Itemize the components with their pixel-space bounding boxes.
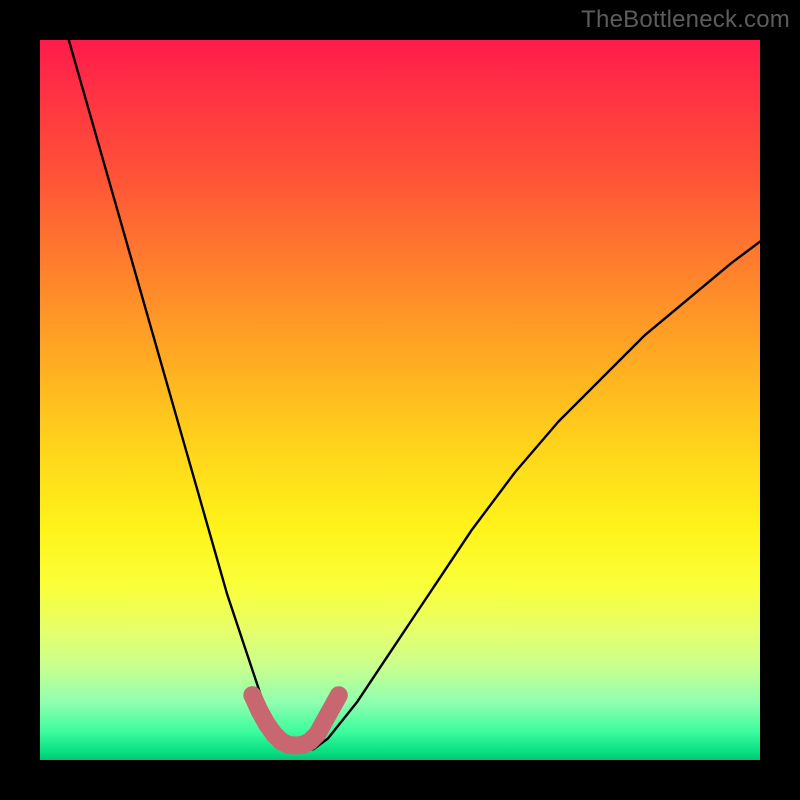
curve-layer bbox=[40, 40, 760, 760]
optimal-band-markers-group bbox=[243, 686, 345, 754]
watermark-text: TheBottleneck.com bbox=[581, 6, 790, 34]
optimal-band-marker bbox=[243, 686, 261, 704]
optimal-band-marker bbox=[308, 725, 326, 743]
plot-area bbox=[40, 40, 760, 760]
chart-frame: TheBottleneck.com bbox=[0, 0, 800, 800]
optimal-band-marker bbox=[332, 688, 346, 702]
bottleneck-curve-path bbox=[69, 40, 760, 751]
